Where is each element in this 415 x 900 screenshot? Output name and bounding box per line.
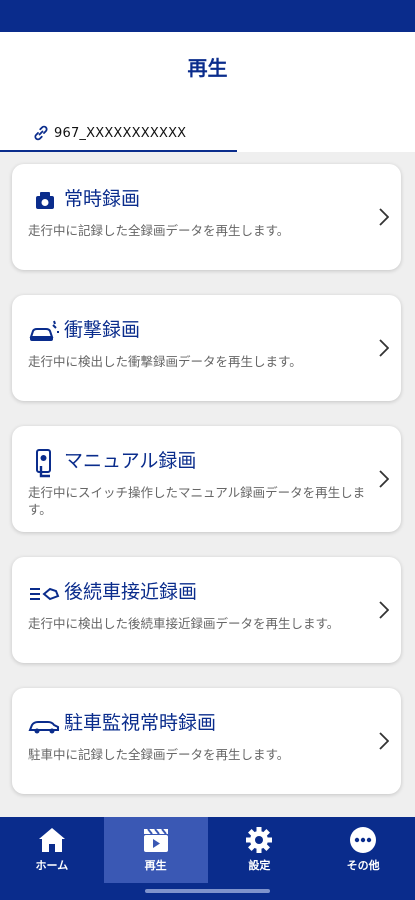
- nav-other[interactable]: その他: [311, 817, 415, 883]
- card-title: 常時録画: [64, 188, 141, 210]
- chevron-right-icon: [379, 601, 389, 619]
- chevron-right-icon: [379, 208, 389, 226]
- device-id: 967_XXXXXXXXXXX: [54, 125, 187, 141]
- card-regular-recording[interactable]: 常時録画 走行中に記録した全録画データを再生します。: [12, 164, 401, 270]
- hand-switch-icon: [36, 449, 51, 478]
- link-icon: [34, 125, 48, 141]
- nav-home[interactable]: ホーム: [0, 817, 104, 883]
- card-parking-recording[interactable]: 駐車監視常時録画 駐車中に記録した全録画データを再生します。: [12, 688, 401, 794]
- approaching-car-icon: [30, 587, 60, 601]
- card-title: 衝撃録画: [64, 319, 141, 341]
- bottom-nav: ホーム 再生 設定 その他: [0, 817, 415, 900]
- card-title: 後続車接近録画: [64, 581, 198, 603]
- nav-label: 設定: [248, 859, 271, 872]
- more-icon: [350, 827, 377, 853]
- device-selector[interactable]: 967_XXXXXXXXXXX: [0, 114, 186, 152]
- header: 再生 967_XXXXXXXXXXX: [0, 32, 415, 152]
- camera-icon: [36, 192, 54, 209]
- recording-list: 常時録画 走行中に記録した全録画データを再生します。 衝撃録画 走行中に検出した…: [0, 152, 415, 817]
- gear-icon: [246, 827, 273, 853]
- card-approach-recording[interactable]: 後続車接近録画 走行中に検出した後続車接近録画データを再生します。: [12, 557, 401, 663]
- card-title: マニュアル録画: [64, 450, 197, 472]
- nav-label: その他: [346, 859, 380, 872]
- page-title: 再生: [187, 56, 228, 80]
- parked-car-icon: [28, 721, 59, 734]
- car-crash-icon: [29, 320, 59, 341]
- card-manual-recording[interactable]: マニュアル録画 走行中にスイッチ操作したマニュアル録画データを再生します。: [12, 426, 401, 532]
- card-description: 駐車中に記録した全録画データを再生します。: [28, 747, 290, 762]
- home-indicator: [145, 889, 270, 893]
- chevron-right-icon: [379, 732, 389, 750]
- status-bar: [0, 0, 415, 32]
- clapperboard-icon: [143, 828, 168, 852]
- chevron-right-icon: [379, 339, 389, 357]
- card-description: 走行中に検出した衝撃録画データを再生します。: [28, 354, 302, 369]
- card-description: 走行中にスイッチ操作したマニュアル録画データを再生します。: [28, 485, 366, 517]
- nav-playback[interactable]: 再生: [103, 817, 208, 883]
- nav-settings[interactable]: 設定: [208, 817, 312, 883]
- home-icon: [38, 828, 65, 852]
- card-description: 走行中に検出した後続車接近録画データを再生します。: [28, 616, 340, 631]
- card-impact-recording[interactable]: 衝撃録画 走行中に検出した衝撃録画データを再生します。: [12, 295, 401, 401]
- card-title: 駐車監視常時録画: [64, 712, 217, 734]
- card-description: 走行中に記録した全録画データを再生します。: [28, 223, 290, 238]
- nav-label: 再生: [144, 859, 167, 872]
- nav-label: ホーム: [35, 859, 69, 872]
- chevron-right-icon: [379, 470, 389, 488]
